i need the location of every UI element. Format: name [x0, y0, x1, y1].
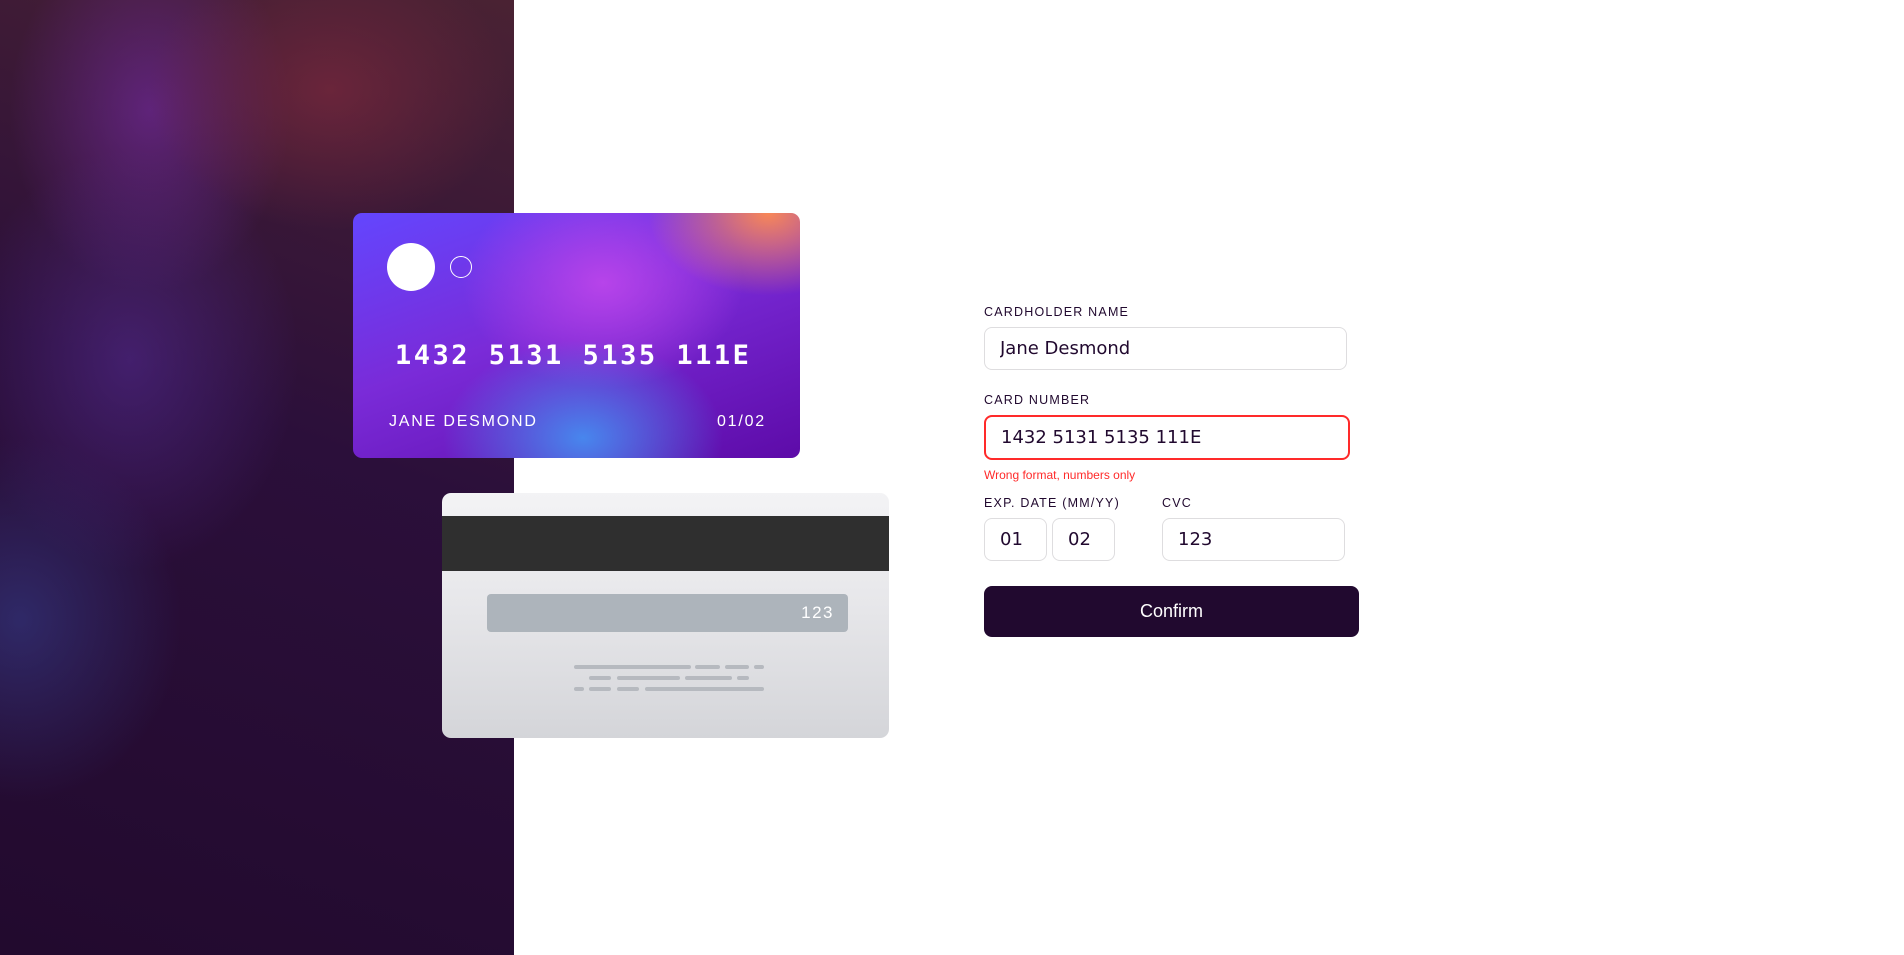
cardholder-field: CARDHOLDER NAME [984, 305, 1359, 370]
card-front-expiry: 01/02 [716, 413, 766, 430]
confirm-button[interactable]: Confirm [984, 586, 1359, 637]
fine-print-line [737, 676, 749, 680]
card-front: 1432 5131 5135 111E JANE DESMOND 01/02 [353, 213, 800, 458]
card-back-cvc: 123 [487, 594, 848, 632]
card-number-field: CARD NUMBER Wrong format, numbers only [984, 393, 1359, 482]
card-logo-circle-icon [387, 243, 435, 291]
card-logo-ring-icon [450, 256, 472, 278]
cvc-label: CVC [1162, 496, 1192, 510]
fine-print-line [617, 687, 639, 691]
cardholder-label: CARDHOLDER NAME [984, 305, 1130, 319]
exp-month-input[interactable] [984, 518, 1047, 561]
exp-date-label: EXP. DATE (MM/YY) [984, 496, 1120, 510]
fine-print-line [589, 687, 611, 691]
exp-inputs [984, 518, 1162, 561]
fine-print-line [645, 687, 764, 691]
cvc-input[interactable] [1162, 518, 1345, 561]
card-front-number: 1432 5131 5135 111E [395, 340, 752, 371]
exp-year-input[interactable] [1052, 518, 1115, 561]
fine-print-line [574, 687, 584, 691]
fine-print-line [589, 676, 611, 680]
magnetic-strip [442, 516, 889, 571]
exp-cvc-row: EXP. DATE (MM/YY) CVC [984, 496, 1359, 561]
card-number-label: CARD NUMBER [984, 393, 1091, 407]
card-front-name: JANE DESMOND [389, 413, 538, 430]
card-details-form: CARDHOLDER NAME CARD NUMBER Wrong format… [984, 305, 1359, 637]
card-back: 123 [442, 493, 889, 738]
cardholder-input[interactable] [984, 327, 1347, 370]
side-background [0, 0, 514, 955]
fine-print-line [695, 665, 720, 669]
card-number-input[interactable] [984, 415, 1350, 460]
card-number-error: Wrong format, numbers only [984, 468, 1136, 482]
fine-print-line [574, 665, 691, 669]
fine-print-line [754, 665, 764, 669]
fine-print-line [685, 676, 732, 680]
exp-date-field: EXP. DATE (MM/YY) [984, 496, 1162, 561]
fine-print-line [617, 676, 680, 680]
fine-print-line [725, 665, 749, 669]
cvc-field: CVC [1162, 496, 1345, 561]
